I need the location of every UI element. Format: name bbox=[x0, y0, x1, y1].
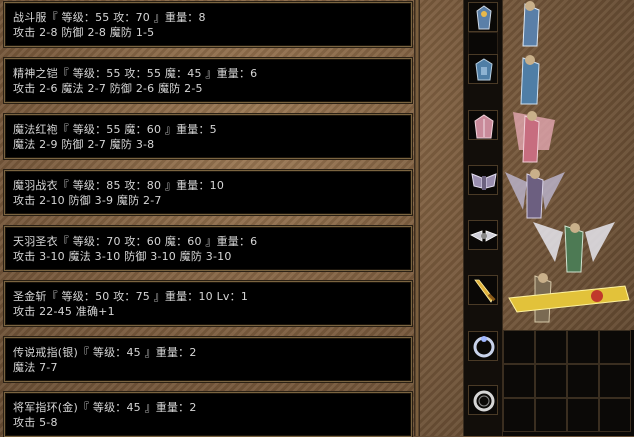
inventory-cell[interactable] bbox=[503, 364, 535, 398]
frame-divider bbox=[414, 0, 420, 436]
character-figure bbox=[508, 273, 630, 323]
robe-pink-icon[interactable] bbox=[468, 110, 498, 140]
item-name-line: 精神之铠『 等级：55 攻：55 魔：45 』重量：6 bbox=[13, 67, 258, 80]
item-name-line: 战斗服『 等级：55 攻：70 』重量：8 bbox=[13, 11, 206, 24]
item-tooltip: 传说戒指(银)『 等级：45 』重量：2 魔法 7-7 bbox=[4, 337, 412, 382]
item-stat-line: 魔法 7-7 bbox=[13, 361, 58, 374]
inventory-cell[interactable] bbox=[503, 330, 535, 364]
inventory-cell[interactable] bbox=[503, 398, 535, 432]
item-stat-line: 攻击 2-10 防御 3-9 魔防 2-7 bbox=[13, 194, 162, 207]
item-name-line: 魔法红袍『 等级：55 魔：60 』重量：5 bbox=[13, 123, 217, 136]
wing-robe-icon[interactable] bbox=[468, 220, 498, 250]
character-figure bbox=[522, 1, 540, 47]
item-stat-line: 攻击 5-8 bbox=[13, 416, 58, 429]
item-name-line: 传说戒指(银)『 等级：45 』重量：2 bbox=[13, 346, 197, 359]
inventory-cell[interactable] bbox=[567, 398, 599, 432]
inventory-cell[interactable] bbox=[599, 364, 631, 398]
item-stat-line: 攻击 2-6 魔法 2-7 防御 2-6 魔防 2-5 bbox=[13, 82, 203, 95]
armor-blue-icon[interactable] bbox=[468, 2, 498, 32]
inventory-cell[interactable] bbox=[599, 398, 631, 432]
silver-ring-icon[interactable] bbox=[468, 331, 498, 361]
inventory-cell[interactable] bbox=[567, 330, 599, 364]
item-tooltip: 战斗服『 等级：55 攻：70 』重量：8 攻击 2-8 防御 2-8 魔防 1… bbox=[4, 2, 412, 47]
item-name-line: 圣金斩『 等级：50 攻：75 』重量：10 Lv：1 bbox=[13, 290, 249, 303]
item-tooltip: 天羽圣衣『 等级：70 攻：60 魔：60 』重量：6 攻击 3-10 魔法 3… bbox=[4, 226, 412, 271]
item-stat-line: 攻击 22-45 准确+1 bbox=[13, 305, 115, 318]
equipment-column bbox=[463, 0, 503, 436]
golden-sword-icon[interactable] bbox=[468, 275, 498, 305]
item-tooltip: 魔法红袍『 等级：55 魔：60 』重量：5 魔法 2-9 防御 2-7 魔防 … bbox=[4, 114, 412, 159]
inventory-cell[interactable] bbox=[599, 330, 631, 364]
item-stat-line: 攻击 2-8 防御 2-8 魔防 1-5 bbox=[13, 26, 155, 39]
inventory-cell[interactable] bbox=[567, 364, 599, 398]
character-figure bbox=[513, 111, 555, 163]
character-figure bbox=[520, 55, 540, 105]
item-tooltip: 将军指环(金)『 等级：45 』重量：2 攻击 5-8 bbox=[4, 392, 412, 437]
inventory-cell[interactable] bbox=[535, 364, 567, 398]
character-preview bbox=[505, 1, 630, 323]
gold-ring-icon[interactable] bbox=[468, 385, 498, 415]
item-name-line: 魔羽战衣『 等级：85 攻：80 』重量：10 bbox=[13, 179, 225, 192]
item-name-line: 天羽圣衣『 等级：70 攻：60 魔：60 』重量：6 bbox=[13, 235, 258, 248]
inventory-cell[interactable] bbox=[535, 398, 567, 432]
character-figure bbox=[533, 222, 615, 273]
character-figure bbox=[505, 169, 565, 219]
inventory-cell[interactable] bbox=[535, 330, 567, 364]
item-tooltip: 精神之铠『 等级：55 攻：55 魔：45 』重量：6 攻击 2-6 魔法 2-… bbox=[4, 58, 412, 103]
item-name-line: 将军指环(金)『 等级：45 』重量：2 bbox=[13, 401, 197, 414]
item-stat-line: 攻击 3-10 魔法 3-10 防御 3-10 魔防 3-10 bbox=[13, 250, 232, 263]
wing-armor-icon[interactable] bbox=[468, 165, 498, 195]
item-tooltip: 圣金斩『 等级：50 攻：75 』重量：10 Lv：1 攻击 22-45 准确+… bbox=[4, 281, 412, 326]
inventory-grid bbox=[503, 330, 634, 436]
armor-blue-icon[interactable] bbox=[468, 54, 498, 84]
item-tooltip: 魔羽战衣『 等级：85 攻：80 』重量：10 攻击 2-10 防御 3-9 魔… bbox=[4, 170, 412, 215]
item-stat-line: 魔法 2-9 防御 2-7 魔防 3-8 bbox=[13, 138, 155, 151]
